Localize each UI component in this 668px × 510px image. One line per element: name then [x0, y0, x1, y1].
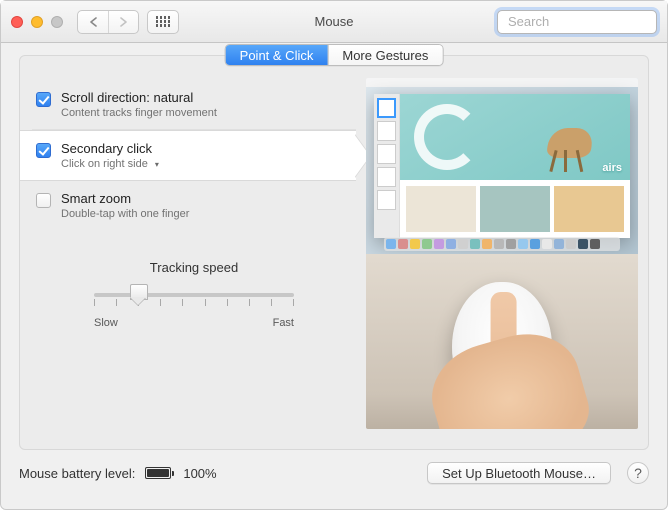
tracking-speed-section: Tracking speed Slow Fast: [94, 260, 294, 329]
slider-max-label: Fast: [273, 317, 294, 329]
checkbox-scroll-direction[interactable]: [36, 92, 51, 107]
back-button[interactable]: [78, 11, 108, 33]
tracking-speed-slider[interactable]: [94, 283, 294, 307]
preview-screenshot: airs: [366, 78, 638, 254]
titlebar: Mouse: [1, 1, 667, 43]
close-icon[interactable]: [11, 16, 23, 28]
search-input[interactable]: [508, 14, 668, 29]
option-title: Secondary click: [61, 141, 159, 156]
option-title: Smart zoom: [61, 191, 189, 206]
footer: Mouse battery level: 100% Set Up Bluetoo…: [1, 450, 667, 496]
slider-knob[interactable]: [130, 284, 146, 304]
minimize-icon[interactable]: [31, 16, 43, 28]
setup-bluetooth-button[interactable]: Set Up Bluetooth Mouse…: [427, 462, 611, 484]
show-all-button[interactable]: [147, 10, 179, 34]
slider-min-label: Slow: [94, 317, 118, 329]
grid-icon: [156, 16, 171, 27]
option-title: Scroll direction: natural: [61, 90, 217, 105]
option-secondary-click[interactable]: Secondary click Click on right side ▾: [20, 130, 356, 181]
option-smart-zoom[interactable]: Smart zoom Double-tap with one finger: [32, 181, 356, 230]
search-field[interactable]: [497, 10, 657, 34]
help-button[interactable]: ?: [627, 462, 649, 484]
tab-bar: Point & Click More Gestures: [225, 44, 444, 66]
preferences-card: Point & Click More Gestures Scroll direc…: [19, 55, 649, 450]
window-controls: [11, 16, 63, 28]
checkbox-smart-zoom[interactable]: [36, 193, 51, 208]
options-list: Scroll direction: natural Content tracks…: [20, 86, 356, 439]
tab-point-and-click[interactable]: Point & Click: [226, 45, 328, 65]
option-subtitle: Content tracks finger movement: [61, 107, 217, 119]
option-subtitle: Double-tap with one finger: [61, 208, 189, 220]
zoom-icon[interactable]: [51, 16, 63, 28]
battery-label: Mouse battery level:: [19, 466, 135, 481]
nav-back-forward: [77, 10, 139, 34]
preview-hand: [366, 254, 638, 430]
gesture-preview: airs: [366, 78, 638, 429]
tab-more-gestures[interactable]: More Gestures: [327, 45, 442, 65]
option-subtitle: Click on right side: [61, 158, 148, 170]
battery-percent: 100%: [183, 466, 216, 481]
forward-button[interactable]: [108, 11, 138, 33]
chevron-down-icon: ▾: [155, 160, 159, 169]
option-scroll-direction[interactable]: Scroll direction: natural Content tracks…: [32, 86, 356, 130]
tracking-speed-label: Tracking speed: [94, 260, 294, 275]
secondary-click-dropdown[interactable]: Click on right side ▾: [61, 158, 159, 170]
battery-icon: [145, 467, 171, 479]
checkbox-secondary-click[interactable]: [36, 143, 51, 158]
